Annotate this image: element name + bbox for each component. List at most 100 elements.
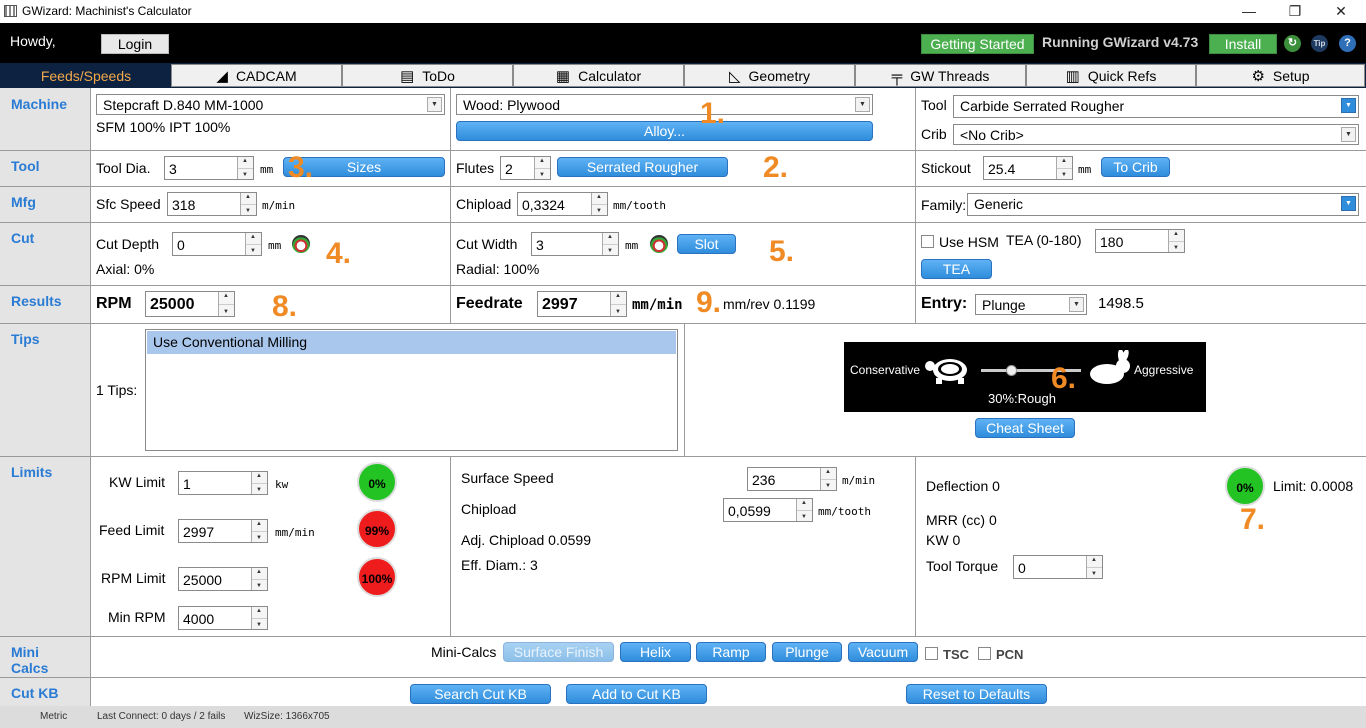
tab-gw-threads[interactable]: ╤ GW Threads (855, 64, 1026, 87)
spinner-icon[interactable] (218, 292, 234, 316)
plunge-button[interactable]: Plunge (772, 642, 842, 662)
spinner-icon[interactable] (251, 472, 267, 494)
machine-select[interactable]: Stepcraft D.840 MM-1000 ▼ (96, 94, 445, 115)
family-select[interactable]: Generic ▼ (967, 193, 1359, 216)
spinner-icon[interactable] (796, 499, 812, 521)
to-crib-button[interactable]: To Crib (1101, 157, 1170, 177)
limits-chipload-input[interactable]: 0,0599 (723, 498, 813, 522)
tea-input[interactable]: 180 (1095, 229, 1185, 253)
slot-button[interactable]: Slot (677, 234, 736, 254)
kw-limit-input[interactable]: 1 (178, 471, 268, 495)
min-rpm-input[interactable]: 4000 (178, 606, 268, 630)
gauge-icon[interactable] (650, 235, 668, 253)
annotation-7: 7. (1240, 503, 1266, 536)
surface-speed-value: 236 (752, 472, 776, 488)
tool-dia-input[interactable]: 3 (164, 156, 254, 180)
section-tips: Tips (11, 331, 40, 347)
pcn-checkbox[interactable] (978, 647, 991, 660)
tab-feeds-speeds[interactable]: Feeds/Speeds (1, 64, 171, 87)
material-select[interactable]: Wood: Plywood ▼ (456, 94, 873, 115)
slider-thumb[interactable] (1006, 365, 1017, 376)
reset-to-defaults-button[interactable]: Reset to Defaults (906, 684, 1047, 704)
add-to-cut-kb-button[interactable]: Add to Cut KB (566, 684, 707, 704)
restore-icon[interactable]: ❐ (1272, 0, 1318, 23)
section-limits: Limits (11, 464, 53, 480)
use-hsm-checkbox[interactable] (921, 235, 934, 248)
tab-geometry[interactable]: ◺ Geometry (684, 64, 855, 87)
spinner-icon[interactable] (251, 568, 267, 590)
entry-label: Entry: (921, 295, 968, 312)
tool-dia-unit: mm (260, 163, 274, 176)
chipload-input[interactable]: 0,3324 (517, 192, 608, 216)
serrated-rougher-button[interactable]: Serrated Rougher (557, 157, 728, 177)
refresh-icon[interactable]: ↻ (1284, 35, 1301, 52)
sfc-speed-unit: m/min (262, 199, 296, 212)
feed-limit-input[interactable]: 2997 (178, 519, 268, 543)
adj-chipload-text: Adj. Chipload 0.0599 (461, 532, 591, 548)
cut-depth-input[interactable]: 0 (172, 232, 262, 256)
spinner-icon[interactable] (245, 233, 261, 255)
flutes-value: 2 (505, 161, 513, 177)
tab-calculator[interactable]: ▦ Calculator (513, 64, 684, 87)
rpm-input[interactable]: 25000 (145, 291, 235, 317)
tab-setup[interactable]: ⚙ Setup (1196, 64, 1365, 87)
install-button[interactable]: Install (1209, 34, 1277, 54)
spinner-icon[interactable] (1056, 157, 1072, 179)
gauge-icon[interactable] (292, 235, 310, 253)
tea-button[interactable]: TEA (921, 259, 992, 279)
deflection-limit-text: Limit: 0.0008 (1273, 478, 1354, 494)
search-cut-kb-button[interactable]: Search Cut KB (410, 684, 551, 704)
spinner-icon[interactable] (591, 193, 607, 215)
stickout-input[interactable]: 25.4 (983, 156, 1073, 180)
spinner-icon[interactable] (820, 468, 836, 490)
spinner-icon[interactable] (237, 157, 253, 179)
sfc-speed-input[interactable]: 318 (167, 192, 257, 216)
getting-started-button[interactable]: Getting Started (921, 34, 1034, 54)
tool-torque-input[interactable]: 0 (1013, 555, 1103, 579)
minimize-icon[interactable]: — (1226, 0, 1272, 23)
tsc-checkbox[interactable] (925, 647, 938, 660)
flutes-input[interactable]: 2 (500, 156, 551, 180)
spinner-icon[interactable] (610, 292, 626, 316)
close-icon[interactable]: ✕ (1318, 0, 1364, 23)
spinner-icon[interactable] (1168, 230, 1184, 252)
surface-finish-button[interactable]: Surface Finish (503, 642, 614, 662)
spinner-icon[interactable] (251, 607, 267, 629)
spinner-icon[interactable] (534, 157, 550, 179)
cheat-sheet-button[interactable]: Cheat Sheet (975, 418, 1075, 438)
tool-type-select[interactable]: Carbide Serrated Rougher ▼ (953, 95, 1359, 118)
alloy-button[interactable]: Alloy... (456, 121, 873, 141)
list-item[interactable]: Use Conventional Milling (147, 331, 676, 354)
crib-label: Crib (921, 126, 947, 142)
pcn-label: PCN (996, 647, 1024, 662)
tab-cadcam[interactable]: ◢ CADCAM (171, 64, 342, 87)
spinner-icon[interactable] (251, 520, 267, 542)
vacuum-button[interactable]: Vacuum (848, 642, 918, 662)
tab-quick-refs[interactable]: ▥ Quick Refs (1026, 64, 1196, 87)
login-button[interactable]: Login (101, 34, 169, 54)
tab-label: Quick Refs (1087, 68, 1157, 84)
helix-button[interactable]: Helix (620, 642, 691, 662)
tip-icon[interactable]: Tip (1311, 35, 1328, 52)
entry-select[interactable]: Plunge ▼ (975, 294, 1087, 315)
ramp-button[interactable]: Ramp (696, 642, 766, 662)
feedrate-input[interactable]: 2997 (537, 291, 627, 317)
kw-limit-value: 1 (183, 476, 191, 492)
spinner-icon[interactable] (1086, 556, 1102, 578)
spinner-icon[interactable] (240, 193, 256, 215)
section-machine: Machine (11, 96, 68, 112)
deflection-badge: 0% (1225, 466, 1265, 506)
spinner-icon[interactable] (602, 233, 618, 255)
crib-select[interactable]: <No Crib> ▼ (953, 124, 1359, 145)
gear-icon: ⚙ (1251, 68, 1265, 85)
tips-list[interactable]: Use Conventional Milling (145, 329, 678, 451)
surface-speed-input[interactable]: 236 (747, 467, 837, 491)
tab-todo[interactable]: ▤ ToDo (342, 64, 513, 87)
limits-chipload-unit: mm/tooth (818, 505, 871, 518)
rpm-limit-input[interactable]: 25000 (178, 567, 268, 591)
surface-speed-label: Surface Speed (461, 470, 554, 486)
help-icon[interactable]: ? (1339, 35, 1356, 52)
status-bar: Metric Last Connect: 0 days / 2 fails Wi… (0, 706, 1366, 728)
cut-width-input[interactable]: 3 (531, 232, 619, 256)
surface-speed-unit: m/min (842, 474, 876, 487)
